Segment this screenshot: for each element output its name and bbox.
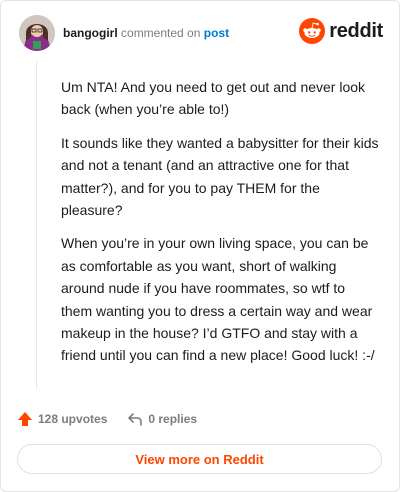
replies-button[interactable]: 0 replies	[127, 411, 197, 427]
reddit-logo[interactable]: reddit	[299, 18, 383, 44]
comment-meta: bangogirl commented on post	[63, 26, 229, 40]
upvote-arrow-icon	[18, 412, 32, 426]
comment-paragraph: It sounds like they wanted a babysitter …	[61, 134, 379, 219]
comment-body: Um NTA! And you need to get out and neve…	[61, 76, 379, 378]
comment-header: bangogirl commented on post reddit	[19, 15, 383, 51]
embedded-comment-card: bangogirl commented on post reddit Um NT…	[0, 0, 400, 492]
username-link[interactable]: bangogirl	[63, 26, 118, 40]
action-text: commented on	[121, 26, 201, 40]
brand-name: reddit	[329, 19, 383, 42]
comment-paragraph: When you’re in your own living space, yo…	[61, 235, 375, 364]
user-avatar[interactable]	[19, 15, 55, 51]
comment-paragraph: Um NTA! And you need to get out and neve…	[61, 79, 366, 118]
reddit-snoo-icon	[299, 18, 326, 44]
view-more-button[interactable]: View more on Reddit	[17, 444, 382, 474]
upvote-button[interactable]: 128 upvotes	[17, 411, 107, 427]
post-link[interactable]: post	[204, 26, 229, 40]
thread-line	[36, 61, 37, 389]
reply-icon	[128, 413, 143, 426]
comment-actions: 128 upvotes 0 replies	[17, 409, 217, 429]
upvote-count: 128 upvotes	[38, 412, 108, 426]
reply-count: 0 replies	[148, 412, 198, 426]
